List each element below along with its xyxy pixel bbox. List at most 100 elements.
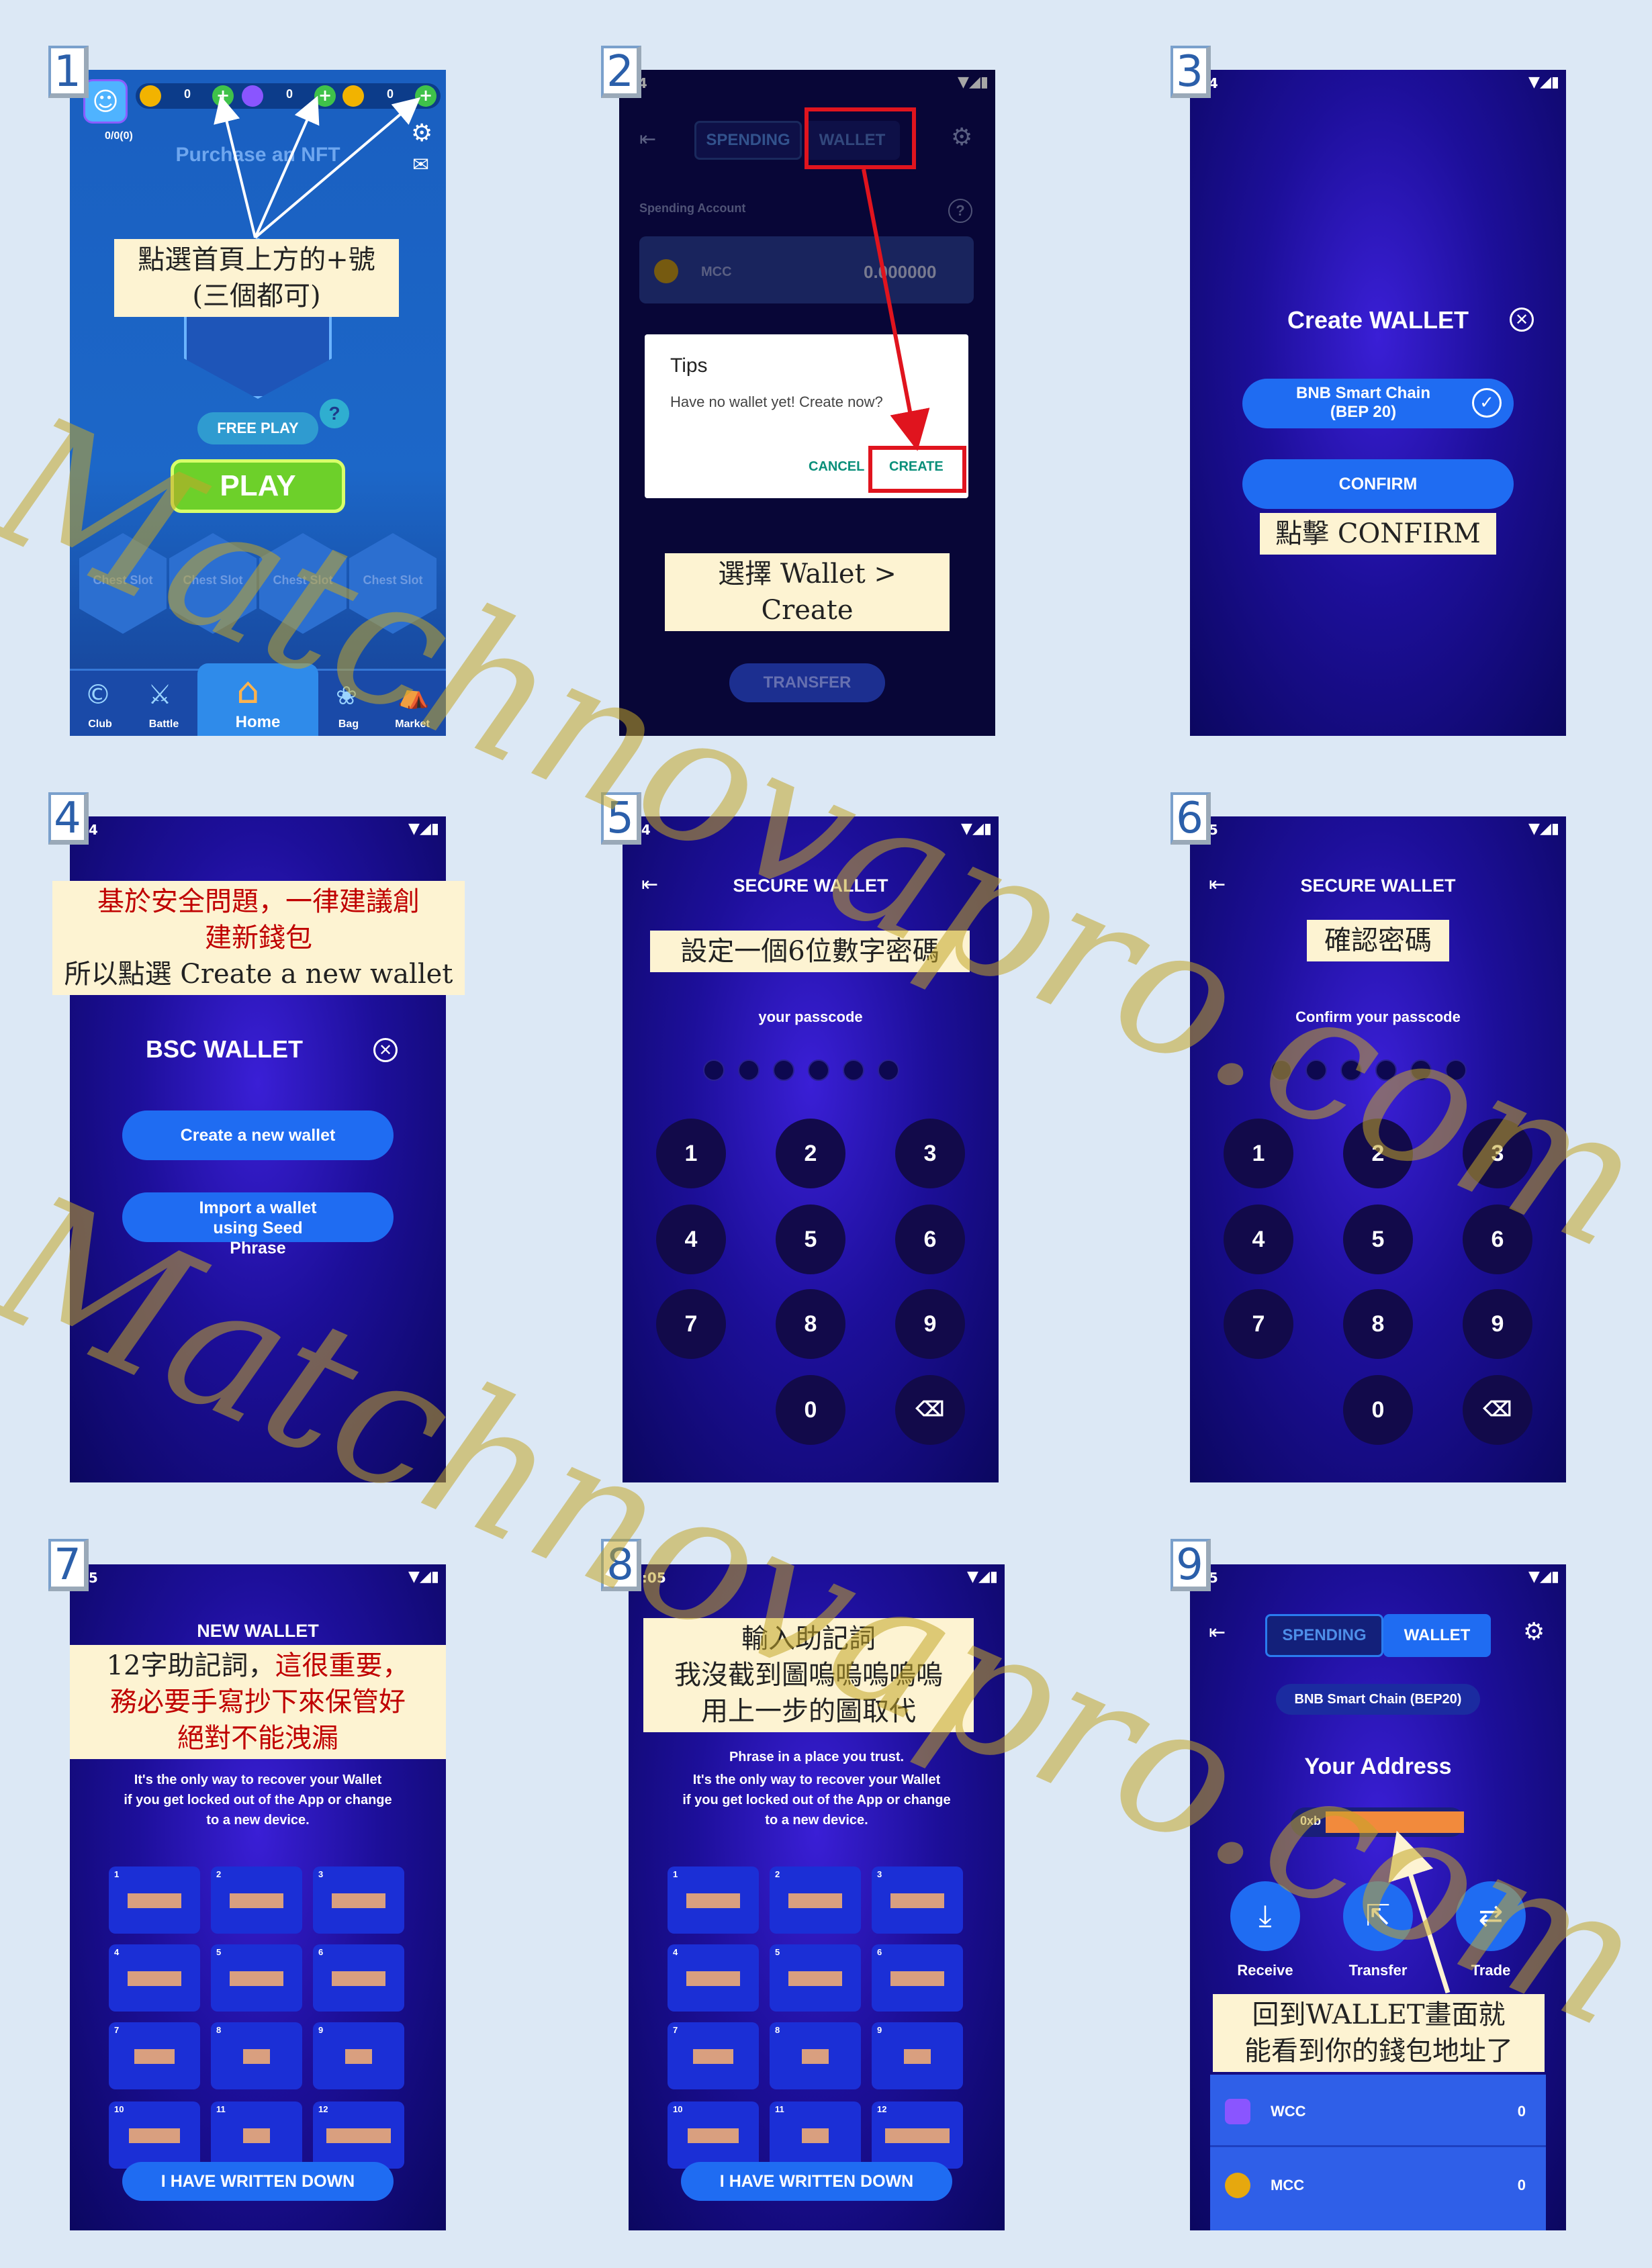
callout-line: 輸入助記詞 bbox=[741, 1623, 876, 1654]
close-icon[interactable]: ✕ bbox=[1510, 308, 1534, 332]
backspace-icon[interactable]: ⌫ bbox=[895, 1375, 965, 1445]
cancel-button[interactable]: CANCEL bbox=[809, 459, 864, 475]
seed-word-slot: 12 bbox=[872, 2101, 963, 2169]
transfer-label: Transfer bbox=[1348, 1962, 1408, 1979]
key-8[interactable]: 8 bbox=[776, 1289, 845, 1359]
settings-icon[interactable]: ⚙ bbox=[1523, 1618, 1545, 1646]
help-icon[interactable]: ? bbox=[320, 399, 349, 428]
key-8[interactable]: 8 bbox=[1343, 1289, 1413, 1359]
screen-wallet: :35▼◢▮ ⇤ SPENDING WALLET ⚙ BNB Smart Cha… bbox=[1190, 1564, 1566, 2230]
seed-word-number: 9 bbox=[318, 2025, 324, 2035]
passcode-dot bbox=[1445, 1059, 1467, 1081]
passcode-dot bbox=[1375, 1059, 1397, 1081]
nav-home[interactable]: Home bbox=[197, 713, 318, 732]
status-icons: ▼◢▮ bbox=[1528, 74, 1559, 91]
confirm-button[interactable]: CONFIRM bbox=[1242, 459, 1514, 509]
avatar[interactable]: ☺ bbox=[83, 79, 128, 124]
plus-button-2[interactable]: + bbox=[314, 85, 336, 107]
key-9[interactable]: 9 bbox=[895, 1289, 965, 1359]
seed-word-redaction bbox=[890, 1971, 944, 1986]
seed-word-number: 4 bbox=[114, 1947, 120, 1957]
token-row[interactable]: MCC 0 bbox=[1210, 2148, 1546, 2221]
key-9[interactable]: 9 bbox=[1463, 1289, 1532, 1359]
backspace-icon[interactable]: ⌫ bbox=[1463, 1375, 1532, 1445]
create-new-wallet-button[interactable]: Create a new wallet bbox=[122, 1111, 394, 1160]
callout-line: 絕對不能洩漏 bbox=[177, 1723, 338, 1754]
import-wallet-button[interactable]: Import a wallet using Seed Phrase bbox=[122, 1192, 394, 1258]
seed-word-slot: 9 bbox=[872, 2022, 963, 2089]
chest-slot-4[interactable]: Chest Slot bbox=[349, 533, 437, 634]
chest-slot-3[interactable]: Chest Slot bbox=[259, 533, 347, 634]
bsc-wallet-title: BSC WALLET bbox=[146, 1035, 303, 1063]
status-bar: :04▼◢▮ bbox=[1190, 70, 1566, 95]
key-1[interactable]: 1 bbox=[656, 1119, 726, 1188]
step-number-2: 2 bbox=[601, 46, 641, 98]
status-icons: ▼◢▮ bbox=[408, 820, 439, 837]
seed-word-slot: 9 bbox=[313, 2022, 404, 2089]
token-row[interactable]: WCC 0 bbox=[1210, 2075, 1546, 2147]
nav-battle[interactable]: Battle bbox=[130, 718, 197, 730]
key-4[interactable]: 4 bbox=[1224, 1204, 1293, 1274]
seed-word-slot: 3 bbox=[872, 1867, 963, 1934]
play-button[interactable]: PLAY bbox=[171, 459, 345, 513]
seed-word-slot: 3 bbox=[313, 1867, 404, 1934]
seed-word-redaction bbox=[890, 1893, 944, 1908]
address-redaction bbox=[1326, 1811, 1464, 1833]
written-down-button[interactable]: I HAVE WRITTEN DOWN bbox=[122, 2162, 394, 2201]
step-number-3: 3 bbox=[1171, 46, 1211, 98]
status-icons: ▼◢▮ bbox=[1528, 1568, 1559, 1585]
back-icon[interactable]: ⇤ bbox=[641, 873, 658, 896]
step-number-8: 8 bbox=[601, 1539, 641, 1591]
seed-word-redaction bbox=[686, 1893, 740, 1908]
key-2[interactable]: 2 bbox=[1343, 1119, 1413, 1188]
key-2[interactable]: 2 bbox=[776, 1119, 845, 1188]
free-play-button[interactable]: FREE PLAY bbox=[197, 412, 318, 444]
plus-button-3[interactable]: + bbox=[415, 85, 437, 107]
check-icon: ✓ bbox=[1472, 388, 1502, 418]
key-3[interactable]: 3 bbox=[895, 1119, 965, 1188]
seed-word-slot: 7 bbox=[668, 2022, 759, 2089]
chest-slot-2[interactable]: Chest Slot bbox=[169, 533, 257, 634]
callout-step-2: 選擇 Wallet > Create bbox=[665, 553, 950, 631]
key-6[interactable]: 6 bbox=[1463, 1204, 1532, 1274]
nav-market[interactable]: Market bbox=[379, 718, 446, 730]
passcode-dot bbox=[843, 1059, 864, 1081]
key-1[interactable]: 1 bbox=[1224, 1119, 1293, 1188]
nav-bag[interactable]: Bag bbox=[318, 718, 379, 730]
close-icon[interactable]: ✕ bbox=[373, 1038, 398, 1062]
receive-icon[interactable]: ⤓ bbox=[1230, 1881, 1300, 1951]
key-6[interactable]: 6 bbox=[895, 1204, 965, 1274]
chain-option[interactable]: BNB Smart Chain (BEP 20) ✓ bbox=[1242, 379, 1514, 428]
key-7[interactable]: 7 bbox=[656, 1289, 726, 1359]
step-number-4: 4 bbox=[48, 792, 89, 845]
tab-spending[interactable]: SPENDING bbox=[1265, 1614, 1383, 1657]
key-0[interactable]: 0 bbox=[1343, 1375, 1413, 1445]
tab-wallet[interactable]: WALLET bbox=[1383, 1614, 1491, 1657]
gear-icon[interactable]: ⚙ bbox=[411, 120, 432, 147]
key-5[interactable]: 5 bbox=[1343, 1204, 1413, 1274]
seed-word-slot: 12 bbox=[313, 2101, 404, 2169]
callout-line: 建新錢包 bbox=[205, 923, 312, 953]
callout-line: 基於安全問題，一律建議創 bbox=[97, 886, 420, 917]
seed-word-redaction bbox=[904, 2049, 931, 2064]
key-0[interactable]: 0 bbox=[776, 1375, 845, 1445]
key-4[interactable]: 4 bbox=[656, 1204, 726, 1274]
seed-word-redaction bbox=[686, 1971, 740, 1986]
nav-club[interactable]: Club bbox=[70, 718, 130, 730]
transfer-icon[interactable]: ⇱ bbox=[1343, 1881, 1413, 1951]
written-down-button[interactable]: I HAVE WRITTEN DOWN bbox=[681, 2162, 952, 2201]
back-icon[interactable]: ⇤ bbox=[1209, 1621, 1226, 1644]
key-3[interactable]: 3 bbox=[1463, 1119, 1532, 1188]
callout-text-red: 這很重要， bbox=[275, 1650, 410, 1681]
back-icon[interactable]: ⇤ bbox=[1209, 873, 1226, 896]
step-number-5: 5 bbox=[601, 792, 641, 845]
transfer-button[interactable]: TRANSFER bbox=[729, 663, 885, 702]
token-count: 0 bbox=[387, 87, 394, 101]
status-bar: :04▼◢▮ bbox=[70, 816, 446, 842]
plus-button-1[interactable]: + bbox=[212, 85, 234, 107]
trade-icon[interactable]: ⇄ bbox=[1456, 1881, 1526, 1951]
key-7[interactable]: 7 bbox=[1224, 1289, 1293, 1359]
chest-slot-1[interactable]: Chest Slot bbox=[79, 533, 167, 634]
key-5[interactable]: 5 bbox=[776, 1204, 845, 1274]
seed-word-slot: 5 bbox=[211, 1944, 302, 2012]
